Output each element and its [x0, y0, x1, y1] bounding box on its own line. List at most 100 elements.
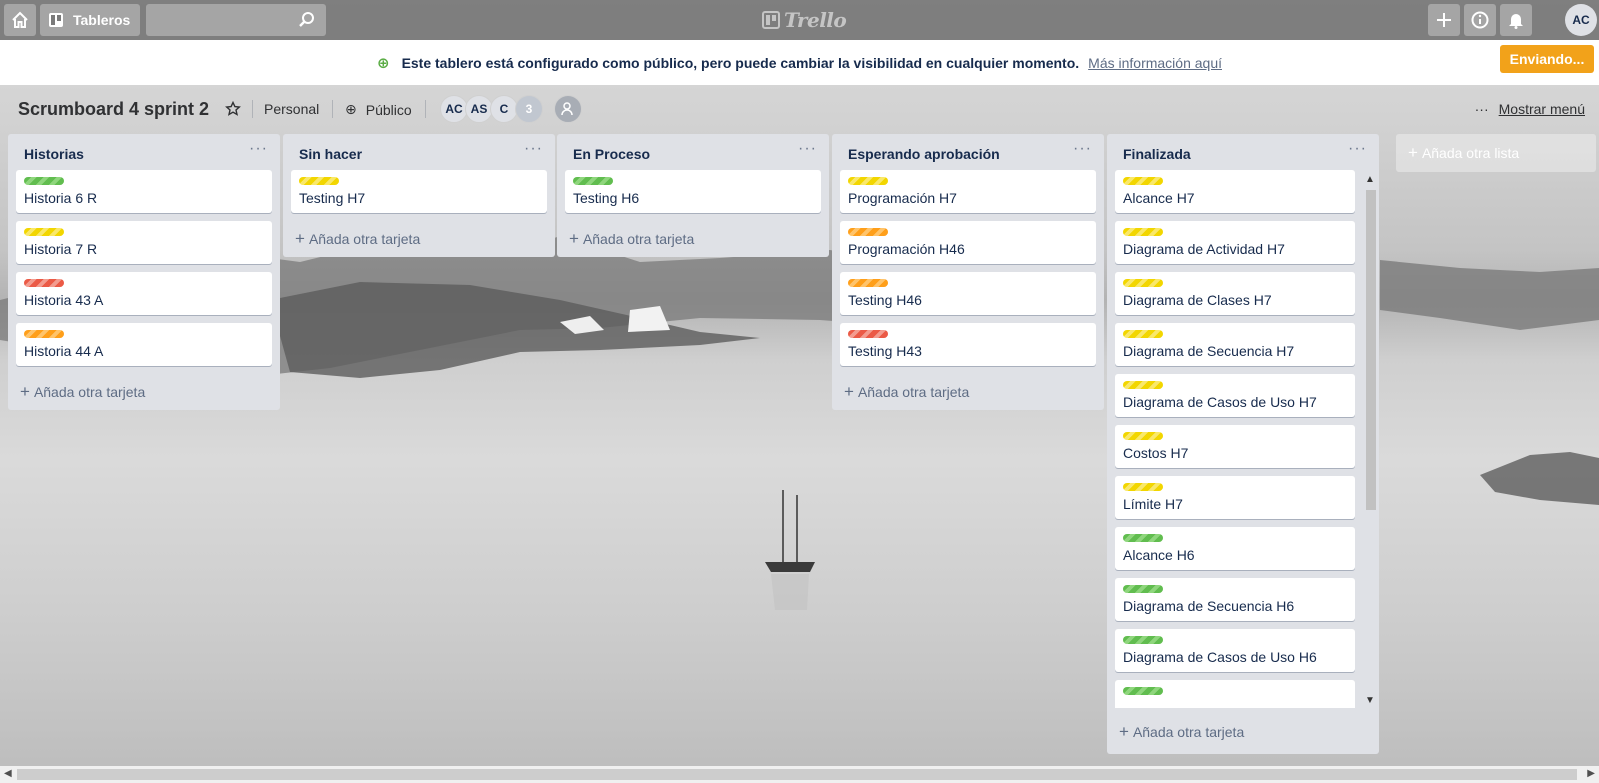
- label-green[interactable]: [573, 177, 613, 185]
- label-yellow[interactable]: [24, 228, 64, 236]
- card[interactable]: Testing H46: [840, 272, 1096, 315]
- label-orange[interactable]: [848, 279, 888, 287]
- member-avatar[interactable]: AS: [465, 95, 493, 123]
- team-button[interactable]: Personal: [264, 101, 319, 117]
- add-card-label: Añada otra tarjeta: [582, 231, 695, 247]
- logo-text: Trello: [784, 8, 847, 32]
- add-card-button[interactable]: + Añada otra tarjeta: [8, 374, 280, 410]
- user-avatar[interactable]: AC: [1565, 4, 1597, 36]
- scroll-right-icon[interactable]: ▶: [1587, 768, 1595, 779]
- card[interactable]: Diagrama de Clases H7: [1115, 272, 1355, 315]
- label-green[interactable]: [1123, 585, 1163, 593]
- card[interactable]: Testing H43: [840, 323, 1096, 366]
- card[interactable]: Diagrama de Casos de Uso H7: [1115, 374, 1355, 417]
- card-title: Diagrama de Secuencia H7: [1123, 343, 1295, 359]
- home-button[interactable]: [4, 4, 36, 36]
- add-card-button[interactable]: + Añada otra tarjeta: [1107, 714, 1244, 750]
- label-yellow[interactable]: [1123, 177, 1163, 185]
- create-button[interactable]: [1428, 4, 1460, 36]
- card[interactable]: Historia 43 A: [16, 272, 272, 315]
- list-title[interactable]: Historias: [24, 146, 84, 162]
- label-yellow[interactable]: [1123, 432, 1163, 440]
- card[interactable]: Testing H6: [565, 170, 821, 213]
- card[interactable]: Límite H7: [1115, 476, 1355, 519]
- card[interactable]: Diagrama de Actividad H7: [1115, 221, 1355, 264]
- board-horizontal-scrollbar[interactable]: ◀ ▶: [0, 766, 1599, 783]
- card[interactable]: Diagrama de Secuencia H7: [1115, 323, 1355, 366]
- card[interactable]: Historia 7 R: [16, 221, 272, 264]
- label-yellow[interactable]: [1123, 228, 1163, 236]
- label-red[interactable]: [24, 279, 64, 287]
- card[interactable]: Alcance H6: [1115, 527, 1355, 570]
- label-yellow[interactable]: [1123, 330, 1163, 338]
- list-title[interactable]: En Proceso: [573, 146, 650, 162]
- member-avatar[interactable]: AC: [440, 95, 468, 123]
- sending-button[interactable]: Enviando...: [1500, 45, 1594, 73]
- card[interactable]: Testing H7: [291, 170, 547, 213]
- card[interactable]: Alcance H7: [1115, 170, 1355, 213]
- label-yellow[interactable]: [1123, 381, 1163, 389]
- card-title: Testing H7: [299, 190, 366, 206]
- card[interactable]: Costos H7: [1115, 425, 1355, 468]
- invite-member-button[interactable]: [554, 95, 582, 123]
- card[interactable]: Programación H7: [840, 170, 1096, 213]
- card-title: Programación H46: [848, 241, 965, 257]
- add-card-button[interactable]: + Añada otra tarjeta: [832, 374, 1104, 410]
- info-button[interactable]: [1464, 4, 1496, 36]
- card[interactable]: Programación H46: [840, 221, 1096, 264]
- boards-button[interactable]: Tableros: [40, 4, 140, 36]
- label-yellow[interactable]: [1123, 279, 1163, 287]
- card[interactable]: [1115, 680, 1355, 708]
- add-card-button[interactable]: + Añada otra tarjeta: [283, 221, 555, 257]
- cards-scroll-area[interactable]: Alcance H7 Diagrama de Actividad H7 Diag…: [1107, 170, 1379, 708]
- star-button[interactable]: [225, 101, 241, 117]
- search-icon[interactable]: [298, 11, 316, 29]
- more-info-link[interactable]: Más información aquí: [1088, 55, 1222, 71]
- add-list-button[interactable]: + Añada otra lista: [1396, 134, 1596, 172]
- label-red[interactable]: [848, 330, 888, 338]
- scroll-up-icon[interactable]: ▲: [1365, 174, 1375, 185]
- notifications-button[interactable]: [1500, 4, 1532, 36]
- label-yellow[interactable]: [1123, 483, 1163, 491]
- label-green[interactable]: [1123, 636, 1163, 644]
- list-title[interactable]: Sin hacer: [299, 146, 362, 162]
- list-menu-icon[interactable]: ···: [249, 140, 268, 158]
- card[interactable]: Diagrama de Casos de Uso H6: [1115, 629, 1355, 672]
- list-menu-icon[interactable]: ···: [1073, 140, 1092, 158]
- plus-icon: +: [1119, 722, 1129, 741]
- scroll-down-icon[interactable]: ▼: [1365, 695, 1375, 706]
- card-title: Límite H7: [1123, 496, 1183, 512]
- label-yellow[interactable]: [299, 177, 339, 185]
- card[interactable]: Historia 6 R: [16, 170, 272, 213]
- list-title[interactable]: Finalizada: [1123, 146, 1191, 162]
- card-title: Alcance H6: [1123, 547, 1195, 563]
- board-title[interactable]: Scrumboard 4 sprint 2: [18, 99, 209, 120]
- list-title[interactable]: Esperando aprobación: [848, 146, 1000, 162]
- label-orange[interactable]: [24, 330, 64, 338]
- visibility-button[interactable]: ⊕ Público: [345, 101, 412, 118]
- scrollbar-thumb[interactable]: [17, 769, 1577, 780]
- list-menu-icon[interactable]: ···: [524, 140, 543, 158]
- trello-logo[interactable]: Trello: [762, 8, 847, 32]
- card[interactable]: Diagrama de Secuencia H6: [1115, 578, 1355, 621]
- label-green[interactable]: [1123, 534, 1163, 542]
- label-orange[interactable]: [848, 228, 888, 236]
- member-avatar[interactable]: C: [490, 95, 518, 123]
- trello-logo-icon: [762, 11, 780, 29]
- list-menu-icon[interactable]: ···: [798, 140, 817, 158]
- scrollbar-thumb[interactable]: [1366, 190, 1376, 510]
- card-title: Alcance H7: [1123, 190, 1195, 206]
- list-esperando-aprobacion: Esperando aprobación ··· Programación H7…: [832, 134, 1104, 410]
- list-scrollbar[interactable]: ▲ ▼: [1364, 174, 1376, 706]
- extra-members-count[interactable]: 3: [515, 95, 543, 123]
- card-title: Historia 7 R: [24, 241, 98, 257]
- card[interactable]: Historia 44 A: [16, 323, 272, 366]
- show-menu-button[interactable]: ··· Mostrar menú: [1475, 101, 1585, 117]
- label-green[interactable]: [1123, 687, 1163, 695]
- star-icon: [225, 101, 241, 116]
- scroll-left-icon[interactable]: ◀: [4, 768, 12, 779]
- label-green[interactable]: [24, 177, 64, 185]
- list-menu-icon[interactable]: ···: [1348, 140, 1367, 158]
- label-yellow[interactable]: [848, 177, 888, 185]
- add-card-button[interactable]: + Añada otra tarjeta: [557, 221, 829, 257]
